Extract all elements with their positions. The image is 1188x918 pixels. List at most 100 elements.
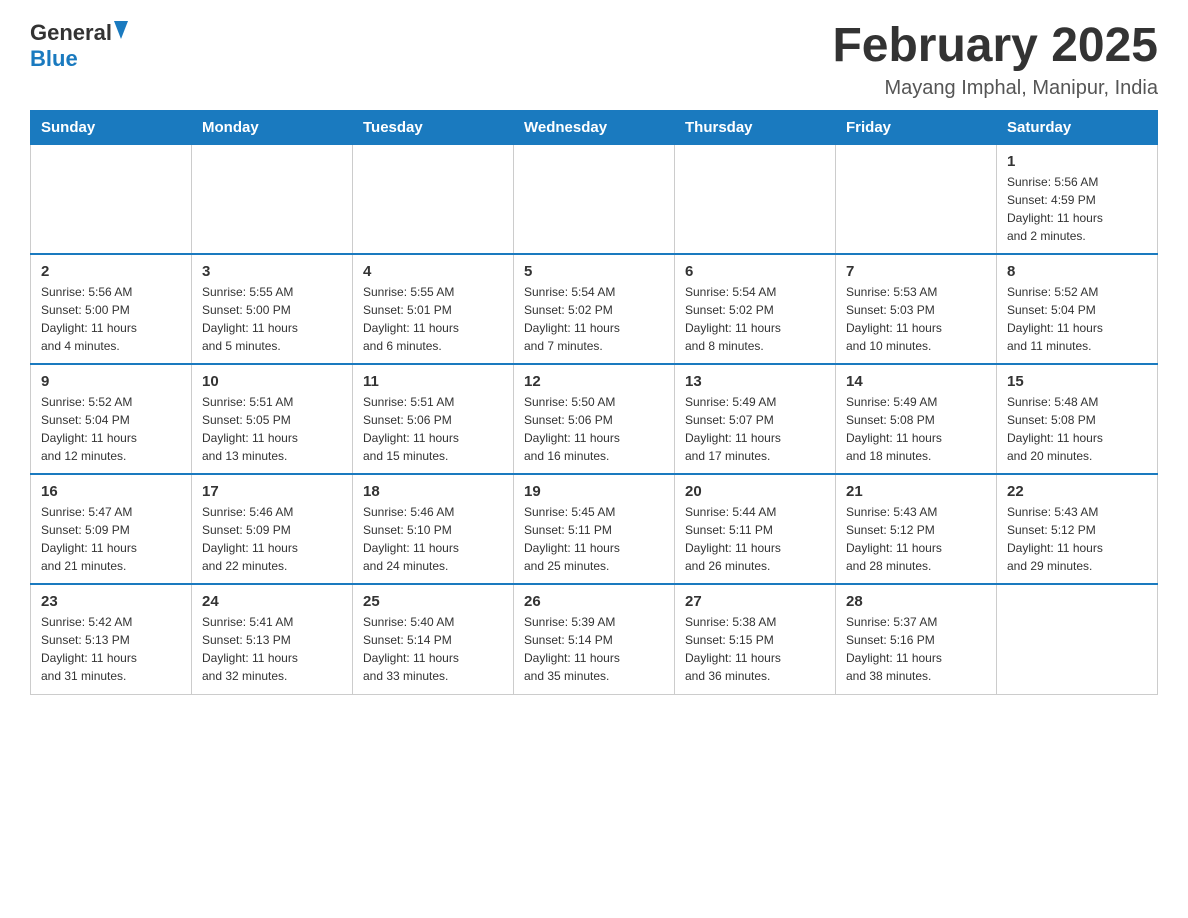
- day-info: Sunrise: 5:37 AM Sunset: 5:16 PM Dayligh…: [846, 613, 986, 685]
- table-row: 19Sunrise: 5:45 AM Sunset: 5:11 PM Dayli…: [514, 474, 675, 584]
- day-number: 5: [524, 263, 664, 280]
- calendar-week-row: 2 Sunrise: 5:56 AM Sunset: 5:00 PM Daylig…: [31, 254, 1158, 364]
- day-number: 22: [1007, 483, 1147, 500]
- table-row: 7Sunrise: 5:53 AM Sunset: 5:03 PM Daylig…: [836, 254, 997, 364]
- table-row: 14 Sunrise: 5:49 AM Sunset: 5:08 PM Dayli…: [836, 364, 997, 474]
- day-number: 18: [363, 483, 503, 500]
- day-info: Sunrise: 5:49 AM Sunset: 5:08 PM Dayligh…: [846, 393, 986, 465]
- table-row: 21Sunrise: 5:43 AM Sunset: 5:12 PM Dayli…: [836, 474, 997, 584]
- day-info: Sunrise: 5:38 AM Sunset: 5:15 PM Dayligh…: [685, 613, 825, 685]
- day-number: 14: [846, 373, 986, 390]
- day-info: Sunrise: 5:55 AM Sunset: 5:00 PM Dayligh…: [202, 283, 342, 355]
- header-tuesday: Tuesday: [353, 110, 514, 144]
- table-row: 16 Sunrise: 5:47 AM Sunset: 5:09 PM Dayli…: [31, 474, 192, 584]
- day-number: 17: [202, 483, 342, 500]
- table-row: 2 Sunrise: 5:56 AM Sunset: 5:00 PM Daylig…: [31, 254, 192, 364]
- day-number: 6: [685, 263, 825, 280]
- calendar-table: Sunday Monday Tuesday Wednesday Thursday…: [30, 110, 1158, 695]
- day-number: 16: [41, 483, 181, 500]
- header-sunday: Sunday: [31, 110, 192, 144]
- title-section: February 2025 Mayang Imphal, Manipur, In…: [832, 20, 1158, 100]
- header-monday: Monday: [192, 110, 353, 144]
- table-row: 10 Sunrise: 5:51 AM Sunset: 5:05 PM Dayli…: [192, 364, 353, 474]
- day-info: Sunrise: 5:52 AM Sunset: 5:04 PM Dayligh…: [1007, 283, 1147, 355]
- table-row: [192, 144, 353, 254]
- day-number: 10: [202, 373, 342, 390]
- day-info: Sunrise: 5:49 AM Sunset: 5:07 PM Dayligh…: [685, 393, 825, 465]
- table-row: [997, 584, 1158, 694]
- table-row: 27 Sunrise: 5:38 AM Sunset: 5:15 PM Dayli…: [675, 584, 836, 694]
- table-row: 22 Sunrise: 5:43 AM Sunset: 5:12 PM Dayli…: [997, 474, 1158, 584]
- day-info: Sunrise: 5:55 AM Sunset: 5:01 PM Dayligh…: [363, 283, 503, 355]
- day-info: Sunrise: 5:39 AM Sunset: 5:14 PM Dayligh…: [524, 613, 664, 685]
- table-row: 3 Sunrise: 5:55 AM Sunset: 5:00 PM Daylig…: [192, 254, 353, 364]
- table-row: 23 Sunrise: 5:42 AM Sunset: 5:13 PM Dayli…: [31, 584, 192, 694]
- day-info: Sunrise: 5:43 AM Sunset: 5:12 PM Dayligh…: [1007, 503, 1147, 575]
- day-number: 3: [202, 263, 342, 280]
- day-number: 23: [41, 593, 181, 610]
- day-number: 8: [1007, 263, 1147, 280]
- day-info: Sunrise: 5:56 AM Sunset: 5:00 PM Dayligh…: [41, 283, 181, 355]
- day-info: Sunrise: 5:50 AM Sunset: 5:06 PM Dayligh…: [524, 393, 664, 465]
- day-number: 24: [202, 593, 342, 610]
- day-info: Sunrise: 5:40 AM Sunset: 5:14 PM Dayligh…: [363, 613, 503, 685]
- table-row: 8 Sunrise: 5:52 AM Sunset: 5:04 PM Daylig…: [997, 254, 1158, 364]
- day-info: Sunrise: 5:54 AM Sunset: 5:02 PM Dayligh…: [524, 283, 664, 355]
- header-friday: Friday: [836, 110, 997, 144]
- day-info: Sunrise: 5:45 AM Sunset: 5:11 PM Dayligh…: [524, 503, 664, 575]
- table-row: 18 Sunrise: 5:46 AM Sunset: 5:10 PM Dayli…: [353, 474, 514, 584]
- day-info: Sunrise: 5:48 AM Sunset: 5:08 PM Dayligh…: [1007, 393, 1147, 465]
- day-number: 12: [524, 373, 664, 390]
- month-title: February 2025: [832, 20, 1158, 73]
- page-header: General Blue February 2025 Mayang Imphal…: [30, 20, 1158, 100]
- calendar-week-row: 9 Sunrise: 5:52 AM Sunset: 5:04 PM Daylig…: [31, 364, 1158, 474]
- day-info: Sunrise: 5:52 AM Sunset: 5:04 PM Dayligh…: [41, 393, 181, 465]
- day-info: Sunrise: 5:56 AM Sunset: 4:59 PM Dayligh…: [1007, 173, 1147, 245]
- table-row: 12 Sunrise: 5:50 AM Sunset: 5:06 PM Dayli…: [514, 364, 675, 474]
- table-row: [675, 144, 836, 254]
- header-saturday: Saturday: [997, 110, 1158, 144]
- day-number: 20: [685, 483, 825, 500]
- day-number: 25: [363, 593, 503, 610]
- day-info: Sunrise: 5:47 AM Sunset: 5:09 PM Dayligh…: [41, 503, 181, 575]
- day-info: Sunrise: 5:51 AM Sunset: 5:05 PM Dayligh…: [202, 393, 342, 465]
- calendar-week-row: 16 Sunrise: 5:47 AM Sunset: 5:09 PM Dayli…: [31, 474, 1158, 584]
- header-wednesday: Wednesday: [514, 110, 675, 144]
- day-info: Sunrise: 5:46 AM Sunset: 5:09 PM Dayligh…: [202, 503, 342, 575]
- table-row: 11 Sunrise: 5:51 AM Sunset: 5:06 PM Dayli…: [353, 364, 514, 474]
- table-row: [353, 144, 514, 254]
- table-row: 28 Sunrise: 5:37 AM Sunset: 5:16 PM Dayli…: [836, 584, 997, 694]
- day-number: 9: [41, 373, 181, 390]
- table-row: 15 Sunrise: 5:48 AM Sunset: 5:08 PM Dayli…: [997, 364, 1158, 474]
- table-row: [836, 144, 997, 254]
- day-number: 26: [524, 593, 664, 610]
- table-row: 17 Sunrise: 5:46 AM Sunset: 5:09 PM Dayli…: [192, 474, 353, 584]
- day-number: 15: [1007, 373, 1147, 390]
- day-number: 1: [1007, 153, 1147, 170]
- day-info: Sunrise: 5:54 AM Sunset: 5:02 PM Dayligh…: [685, 283, 825, 355]
- day-info: Sunrise: 5:44 AM Sunset: 5:11 PM Dayligh…: [685, 503, 825, 575]
- logo: General Blue: [30, 20, 128, 72]
- logo-general-text: General: [30, 20, 112, 46]
- table-row: 5 Sunrise: 5:54 AM Sunset: 5:02 PM Daylig…: [514, 254, 675, 364]
- table-row: 26 Sunrise: 5:39 AM Sunset: 5:14 PM Dayli…: [514, 584, 675, 694]
- day-info: Sunrise: 5:42 AM Sunset: 5:13 PM Dayligh…: [41, 613, 181, 685]
- table-row: [514, 144, 675, 254]
- location-subtitle: Mayang Imphal, Manipur, India: [832, 77, 1158, 100]
- day-number: 13: [685, 373, 825, 390]
- day-info: Sunrise: 5:46 AM Sunset: 5:10 PM Dayligh…: [363, 503, 503, 575]
- table-row: [31, 144, 192, 254]
- day-number: 27: [685, 593, 825, 610]
- table-row: 6 Sunrise: 5:54 AM Sunset: 5:02 PM Daylig…: [675, 254, 836, 364]
- calendar-week-row: 23 Sunrise: 5:42 AM Sunset: 5:13 PM Dayli…: [31, 584, 1158, 694]
- day-info: Sunrise: 5:51 AM Sunset: 5:06 PM Dayligh…: [363, 393, 503, 465]
- weekday-header-row: Sunday Monday Tuesday Wednesday Thursday…: [31, 110, 1158, 144]
- logo-arrow-icon: [114, 21, 128, 44]
- day-number: 4: [363, 263, 503, 280]
- table-row: 25 Sunrise: 5:40 AM Sunset: 5:14 PM Dayli…: [353, 584, 514, 694]
- table-row: 20 Sunrise: 5:44 AM Sunset: 5:11 PM Dayli…: [675, 474, 836, 584]
- day-number: 11: [363, 373, 503, 390]
- day-number: 2: [41, 263, 181, 280]
- table-row: 9 Sunrise: 5:52 AM Sunset: 5:04 PM Daylig…: [31, 364, 192, 474]
- day-number: 28: [846, 593, 986, 610]
